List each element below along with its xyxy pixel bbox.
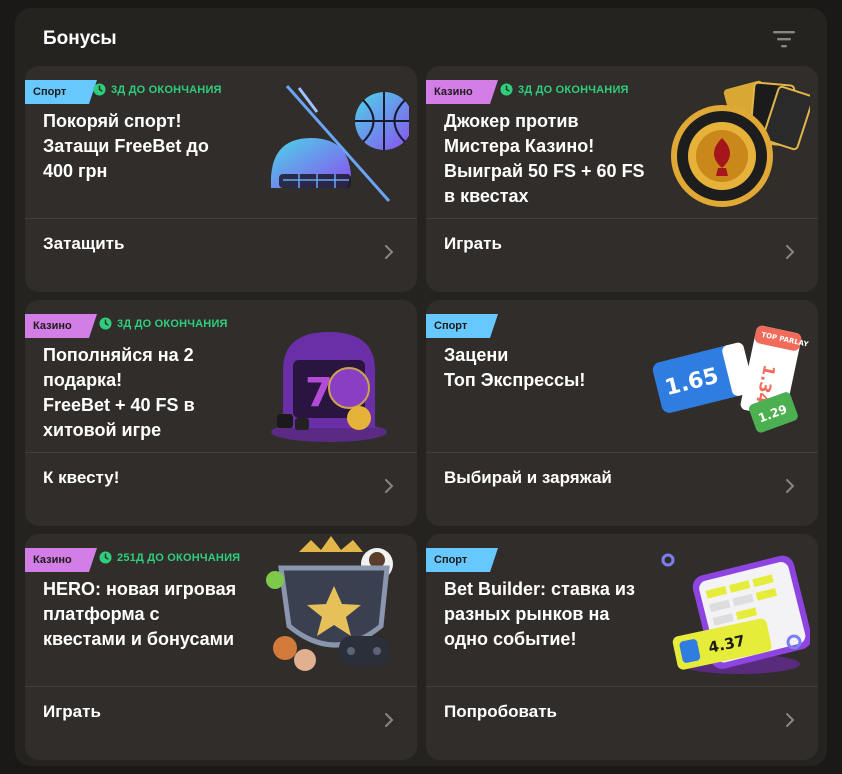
chevron-right-icon xyxy=(786,713,795,727)
card-action-button[interactable]: Играть xyxy=(25,687,417,760)
category-tag: Спорт xyxy=(25,80,97,104)
chevron-right-icon xyxy=(786,479,795,493)
card-title: Покоряй спорт! Затащи FreeBet до 400 грн xyxy=(43,111,209,181)
chevron-right-icon xyxy=(385,245,394,259)
chevron-right-icon xyxy=(385,713,394,727)
category-tag: Казино xyxy=(25,314,97,338)
action-label: Затащить xyxy=(43,234,125,253)
category-tag: Спорт xyxy=(426,548,498,572)
card-action-button[interactable]: Затащить xyxy=(25,219,417,292)
action-label: К квесту! xyxy=(43,468,120,487)
deadline-badge: 3Д ДО ОКОНЧАНИЯ xyxy=(500,83,629,96)
chevron-right-icon xyxy=(786,245,795,259)
deadline-text: 3Д ДО ОКОНЧАНИЯ xyxy=(518,83,629,96)
deadline-text: 3Д ДО ОКОНЧАНИЯ xyxy=(111,83,222,96)
action-label: Выбирай и заряжай xyxy=(444,468,612,487)
filter-icon[interactable] xyxy=(771,28,797,50)
parlay-tickets-art: TOP PARLAY 1.34 1.29 1.65 xyxy=(652,325,810,433)
bonus-card-casino-deposit[interactable]: Казино 3Д ДО ОКОНЧАНИЯ Пополняйся на 2 п… xyxy=(25,300,417,526)
casino-chip-cards-art xyxy=(671,80,810,207)
hockey-helmet-basketball-art xyxy=(270,85,409,202)
bonus-card-casino-joker[interactable]: Казино 3Д ДО ОКОНЧАНИЯ Джокер против Мис… xyxy=(426,66,818,292)
chevron-right-icon xyxy=(385,479,394,493)
bonus-card-sport-freebet[interactable]: Спорт 3Д ДО ОКОНЧАНИЯ Покоряй спорт! Зат… xyxy=(25,66,417,292)
clock-icon xyxy=(93,83,106,96)
card-action-button[interactable]: Выбирай и заряжай xyxy=(426,453,818,526)
phone-bet-builder-art: 4.37 xyxy=(661,553,810,674)
category-tag: Казино xyxy=(426,80,498,104)
deadline-badge: 251Д ДО ОКОНЧАНИЯ xyxy=(99,551,240,564)
action-label: Попробовать xyxy=(444,702,557,721)
deadline-text: 251Д ДО ОКОНЧАНИЯ xyxy=(117,551,241,564)
card-title: Bet Builder: ставка из разных рынков на … xyxy=(444,579,635,649)
deadline-text: 3Д ДО ОКОНЧАНИЯ xyxy=(117,317,228,330)
action-label: Играть xyxy=(43,702,101,721)
category-tag: Казино xyxy=(25,548,97,572)
bonuses-panel: Бонусы Спорт 3Д ДО ОКОНЧАНИЯ Покоряй спо… xyxy=(15,8,827,766)
bonus-card-sport-bet-builder[interactable]: Спорт Bet Builder: ставка из разных рынк… xyxy=(426,534,818,760)
card-title: Зацени Топ Экспрессы! xyxy=(444,345,586,390)
deadline-badge: 3Д ДО ОКОНЧАНИЯ xyxy=(99,317,228,330)
bonus-card-casino-hero[interactable]: Казино 251Д ДО ОКОНЧАНИЯ HERO: новая игр… xyxy=(25,534,417,760)
card-title: Пополняйся на 2 подарка! FreeBet + 40 FS… xyxy=(43,345,195,440)
deadline-badge: 3Д ДО ОКОНЧАНИЯ xyxy=(93,83,222,96)
card-action-button[interactable]: К квесту! xyxy=(25,453,417,526)
clock-icon xyxy=(500,83,513,96)
category-tag: Спорт xyxy=(426,314,498,338)
hero-shield-art xyxy=(266,536,393,671)
card-title: Джокер против Мистера Казино! Выиграй 50… xyxy=(444,111,645,206)
card-title: HERO: новая игровая платформа с квестами… xyxy=(43,579,237,649)
clock-icon xyxy=(99,317,112,330)
card-action-button[interactable]: Играть xyxy=(426,219,818,292)
action-label: Играть xyxy=(444,234,502,253)
page-title: Бонусы xyxy=(43,28,117,49)
slot-machine-ball-art: 7 xyxy=(271,332,387,442)
clock-icon xyxy=(99,551,112,564)
bonus-card-sport-parlay[interactable]: Спорт Зацени Топ Экспрессы! TOP PARLAY 1… xyxy=(426,300,818,526)
card-action-button[interactable]: Попробовать xyxy=(426,687,818,760)
